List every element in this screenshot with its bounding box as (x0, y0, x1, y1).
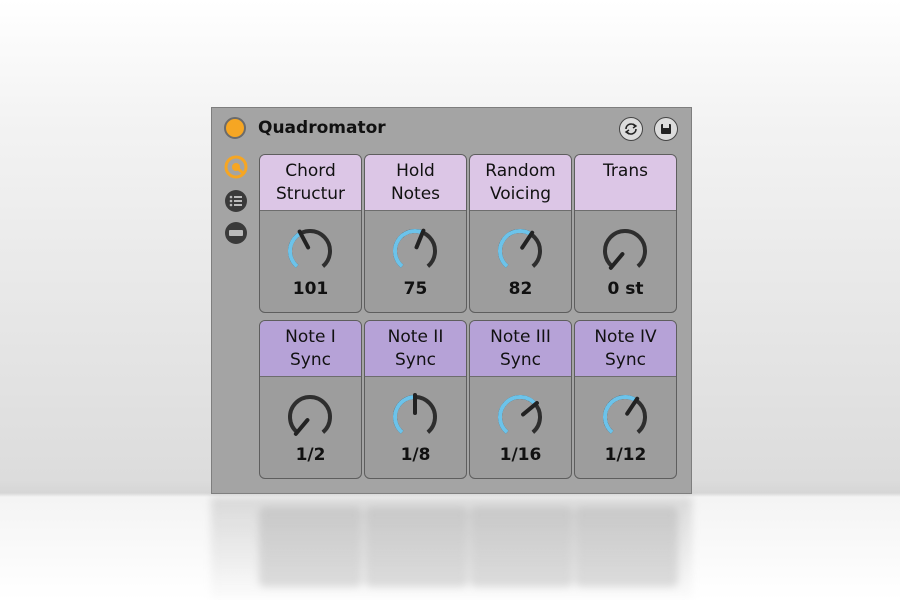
knob-value-arc (498, 229, 533, 268)
macro-label-line1: Note III (490, 327, 551, 347)
save-preset-icon[interactable] (654, 117, 678, 141)
macro-label-line1: Note I (285, 327, 336, 347)
macro-value: 1/8 (400, 445, 431, 465)
device-titlebar: Quadromator (212, 108, 691, 148)
macro-knob-2[interactable]: Hold Notes 75 (364, 154, 467, 313)
knob-needle (521, 400, 539, 417)
macro-label: Chord Structur (260, 155, 361, 211)
panel-reflection (211, 497, 692, 600)
macro-knob-1[interactable]: Chord Structur 101 (259, 154, 362, 313)
macro-label-line2: Sync (395, 350, 436, 370)
macro-label: Note III Sync (470, 321, 571, 377)
macro-value: 75 (403, 279, 428, 299)
knob-track (288, 395, 332, 434)
macro-label-line1: Trans (603, 161, 648, 181)
macro-label-line2: Sync (500, 350, 541, 370)
bar-icon[interactable] (223, 220, 249, 246)
macro-value: 82 (508, 279, 533, 299)
knob-dial[interactable] (595, 225, 655, 275)
macro-label-line1: Hold (396, 161, 435, 181)
macro-label-line1: Chord (285, 161, 336, 181)
knob-needle (625, 396, 640, 416)
macro-knob-7[interactable]: Note III Sync 1/16 (469, 320, 572, 479)
knob-track (603, 229, 647, 268)
macro-label-line2: Sync (290, 350, 331, 370)
macro-label-line1: Note II (387, 327, 444, 347)
knob-value-arc (393, 229, 424, 268)
macro-value: 1/12 (604, 445, 647, 465)
macro-value: 1/16 (499, 445, 542, 465)
macro-map-icon[interactable] (223, 154, 249, 180)
device-panel: Quadromator Chord Structur 101 Hold Note… (211, 107, 692, 494)
macro-label-line2: Voicing (489, 184, 552, 204)
macro-value: 0 st (607, 279, 644, 299)
macro-knob-6[interactable]: Note II Sync 1/8 (364, 320, 467, 479)
macro-label-line2: Sync (605, 350, 646, 370)
macro-value: 1/2 (295, 445, 326, 465)
knob-needle (608, 252, 625, 270)
macro-knob-3[interactable]: Random Voicing 82 (469, 154, 572, 313)
device-power-button[interactable] (224, 117, 246, 139)
macro-label-line2: Structur (276, 184, 345, 204)
macro-label-line1: Random (485, 161, 556, 181)
knob-needle (293, 418, 310, 436)
knob-dial[interactable] (385, 391, 445, 441)
knob-needle (520, 230, 535, 250)
macro-label-line1: Note IV (594, 327, 657, 347)
knob-value-arc (498, 395, 537, 434)
macro-label: Note I Sync (260, 321, 361, 377)
list-icon[interactable] (223, 188, 249, 214)
knob-value-arc (393, 395, 416, 434)
knob-value-arc (603, 395, 638, 434)
device-title: Quadromator (258, 118, 386, 138)
knob-dial[interactable] (490, 225, 550, 275)
macro-knob-5[interactable]: Note I Sync 1/2 (259, 320, 362, 479)
knob-dial[interactable] (595, 391, 655, 441)
knob-value-arc (288, 231, 302, 268)
knob-dial[interactable] (280, 391, 340, 441)
macro-label: Trans (575, 155, 676, 211)
macro-label: Note II Sync (365, 321, 466, 377)
macro-label: Random Voicing (470, 155, 571, 211)
macro-value: 101 (292, 279, 329, 299)
macro-label: Note IV Sync (575, 321, 676, 377)
knob-dial[interactable] (385, 225, 445, 275)
macro-label: Hold Notes (365, 155, 466, 211)
macro-knob-4[interactable]: Trans 0 st (574, 154, 677, 313)
knob-dial[interactable] (280, 225, 340, 275)
hot-swap-icon[interactable] (619, 117, 643, 141)
macro-knob-8[interactable]: Note IV Sync 1/12 (574, 320, 677, 479)
knob-dial[interactable] (490, 391, 550, 441)
macro-label-line2: Notes (390, 184, 441, 204)
